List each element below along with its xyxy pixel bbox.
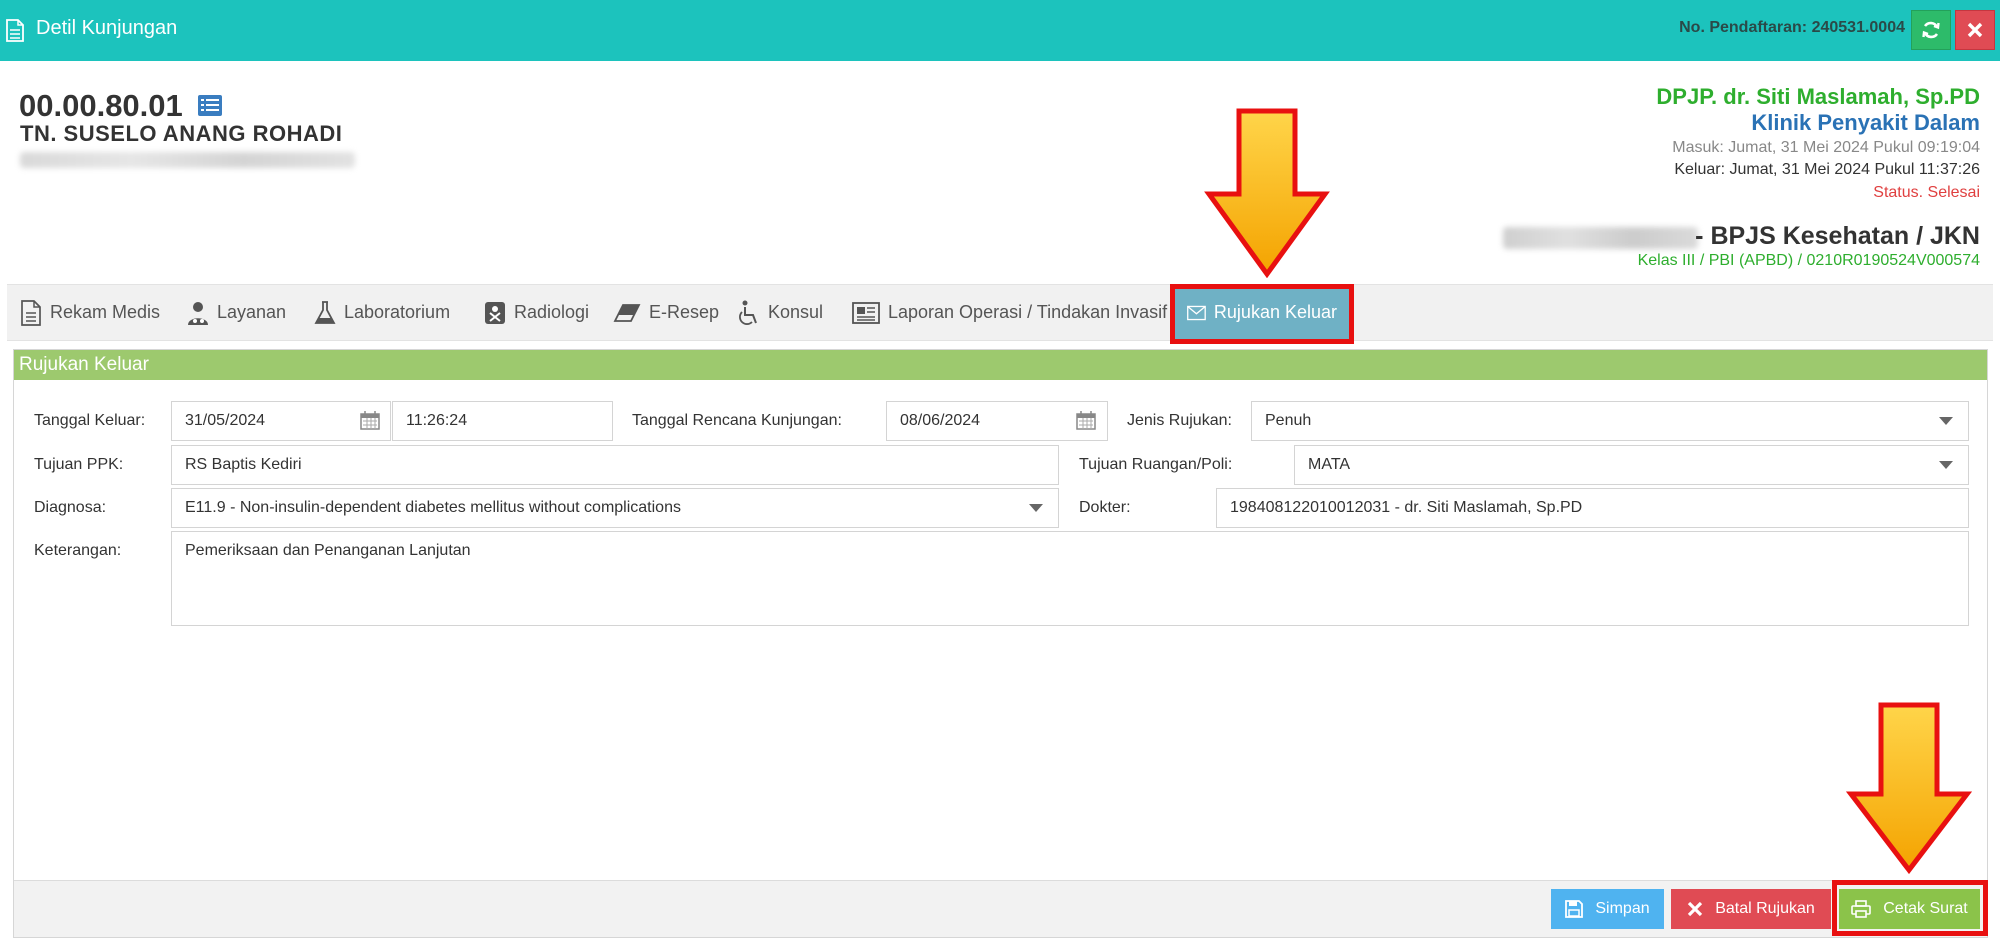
wheelchair-icon — [739, 300, 757, 325]
diagnosa-select[interactable]: E11.9 - Non-insulin-dependent diabetes m… — [171, 488, 1059, 528]
doctor-icon — [188, 301, 208, 325]
tab-label: Laboratorium — [344, 302, 451, 322]
tab-laboratorium[interactable]: Laboratorium — [314, 284, 450, 341]
tab-layanan[interactable]: Layanan — [187, 284, 286, 341]
tujuan-poli-select[interactable]: MATA — [1294, 445, 1969, 485]
document-icon — [6, 19, 24, 42]
tujuan-poli-label: Tujuan Ruangan/Poli: — [1079, 456, 1233, 473]
registration-number: No. Pendaftaran: 240531.0004 — [1679, 19, 1905, 36]
tab-label: Laporan Operasi / Tindakan Invasif — [888, 302, 1168, 322]
cetak-surat-button[interactable]: Cetak Surat — [1839, 889, 1980, 929]
envelope-icon — [1187, 305, 1206, 320]
jenis-rujukan-label: Jenis Rujukan: — [1127, 412, 1232, 429]
tab-rujukan-keluar[interactable]: Rujukan Keluar — [1175, 284, 1349, 341]
batal-rujukan-label: Batal Rujukan — [1715, 900, 1815, 917]
calendar-icon[interactable] — [1076, 411, 1096, 430]
tanggal-keluar-field[interactable]: 31/05/2024 — [171, 401, 391, 441]
title-bar: Detil Kunjungan No. Pendaftaran: 240531.… — [0, 0, 2000, 61]
clinic-name: Klinik Penyakit Dalam — [1751, 110, 1980, 135]
radiology-icon — [485, 301, 505, 324]
document-icon — [21, 299, 41, 326]
print-icon — [1851, 900, 1872, 918]
newspaper-icon — [852, 301, 880, 324]
close-icon — [1688, 901, 1703, 917]
tanggal-rencana-label: Tanggal Rencana Kunjungan: — [632, 412, 842, 429]
keterangan-label: Keterangan: — [34, 542, 122, 559]
chevron-down-icon — [1939, 461, 1953, 469]
refresh-icon — [1922, 21, 1940, 39]
entry-time: Masuk: Jumat, 31 Mei 2024 Pukul 09:19:04 — [1672, 139, 1980, 156]
batal-rujukan-button[interactable]: Batal Rujukan — [1671, 889, 1831, 929]
tab-label: Layanan — [217, 302, 287, 322]
patient-id: 00.00.80.01 — [19, 88, 183, 123]
tujuan-ppk-field[interactable]: RS Baptis Kediri — [171, 445, 1059, 485]
tab-rekam-medis[interactable]: Rekam Medis — [20, 284, 160, 341]
save-icon — [1565, 900, 1584, 918]
window-title: Detil Kunjungan — [36, 17, 178, 39]
dokter-field[interactable]: 198408122010012031 - dr. Siti Maslamah, … — [1216, 488, 1969, 528]
refresh-button[interactable] — [1911, 10, 1951, 50]
tab-radiologi[interactable]: Radiologi — [484, 284, 589, 341]
tab-laporan-operasi[interactable]: Laporan Operasi / Tindakan Invasif — [852, 284, 1167, 341]
dokter-label: Dokter: — [1079, 499, 1131, 516]
eraser-icon — [613, 303, 641, 322]
calendar-icon[interactable] — [360, 411, 380, 430]
insurance-number-redacted — [1503, 227, 1698, 249]
tab-konsul[interactable]: Konsul — [738, 284, 823, 341]
dpjp-doctor: DPJP. dr. Siti Maslamah, Sp.PD — [1656, 84, 1980, 109]
chevron-down-icon — [1029, 504, 1043, 512]
jam-keluar-field[interactable]: 11:26:24 — [392, 401, 613, 441]
tanggal-rencana-field[interactable]: 08/06/2024 — [886, 401, 1108, 441]
jenis-rujukan-select[interactable]: Penuh — [1251, 401, 1969, 441]
cetak-surat-label: Cetak Surat — [1883, 900, 1968, 917]
patient-name: TN. SUSELO ANANG ROHADI — [20, 121, 343, 146]
arrow-down-icon — [1204, 108, 1330, 278]
visit-status: Status. Selesai — [1873, 184, 1980, 201]
insurance-provider: - BPJS Kesehatan / JKN — [1695, 222, 1980, 250]
tanggal-keluar-label: Tanggal Keluar: — [34, 412, 146, 429]
simpan-button[interactable]: Simpan — [1551, 889, 1664, 929]
patient-details-redacted — [20, 152, 355, 168]
keterangan-textarea[interactable]: Pemeriksaan dan Penanganan Lanjutan — [171, 531, 1969, 626]
list-icon[interactable] — [197, 94, 223, 117]
panel-title: Rujukan Keluar — [14, 350, 1987, 380]
close-icon — [1967, 22, 1983, 38]
exit-time: Keluar: Jumat, 31 Mei 2024 Pukul 11:37:2… — [1674, 161, 1980, 178]
tab-e-resep[interactable]: E-Resep — [613, 284, 719, 341]
tab-label: Konsul — [768, 302, 824, 322]
tab-label: Radiologi — [514, 302, 590, 322]
insurance-class: Kelas III / PBI (APBD) / 0210R0190524V00… — [1637, 252, 1980, 269]
chevron-down-icon — [1939, 417, 1953, 425]
tab-label: Rujukan Keluar — [1213, 302, 1337, 322]
tab-label: E-Resep — [649, 302, 720, 322]
close-button[interactable] — [1955, 10, 1995, 50]
tab-label: Rekam Medis — [50, 302, 161, 322]
diagnosa-label: Diagnosa: — [34, 499, 107, 516]
flask-icon — [314, 300, 336, 324]
simpan-label: Simpan — [1595, 900, 1650, 917]
tujuan-ppk-label: Tujuan PPK: — [34, 456, 124, 473]
